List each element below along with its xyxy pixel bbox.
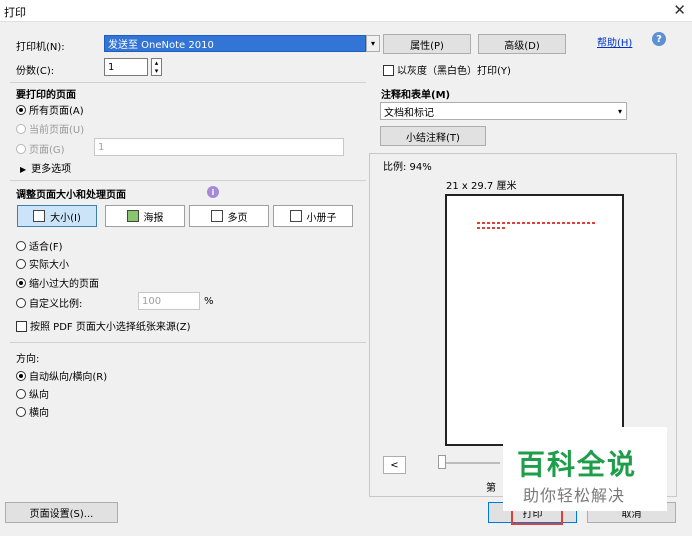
radio-current-page[interactable]: 当前页面(U) <box>16 121 84 136</box>
printer-dropdown-icon[interactable]: ▾ <box>366 35 380 52</box>
radio-auto-orientation[interactable]: 自动纵向/横向(R) <box>16 368 107 383</box>
custom-scale-value: 100 <box>142 295 162 307</box>
printer-select[interactable]: 发送至 OneNote 2010 <box>104 35 366 52</box>
comments-select-value: 文档和标记 <box>384 107 434 119</box>
orientation-heading: 方向: <box>16 354 40 365</box>
poster-button[interactable]: 海报 <box>105 205 185 227</box>
grayscale-checkbox[interactable] <box>383 65 394 76</box>
radio-icon[interactable] <box>16 124 26 134</box>
radio-icon[interactable] <box>16 259 26 269</box>
summarize-comments-button[interactable]: 小结注释(T) <box>380 126 486 146</box>
copies-value: 1 <box>108 61 115 73</box>
radio-icon[interactable] <box>16 298 26 308</box>
grayscale-label: 以灰度（黑白色）打印(Y) <box>397 66 511 77</box>
watermark: 百科全说 助你轻松解决 <box>503 427 667 511</box>
help-icon[interactable]: ? <box>652 32 666 46</box>
size-icon <box>33 210 46 222</box>
advanced-button[interactable]: 高级(D) <box>478 34 566 54</box>
watermark-title: 百科全说 <box>517 448 638 481</box>
printer-label: 打印机(N): <box>16 42 65 53</box>
booklet-button-label: 小册子 <box>306 212 337 224</box>
prev-page-button[interactable]: < <box>383 456 406 474</box>
radio-icon[interactable] <box>16 241 26 251</box>
radio-landscape[interactable]: 横向 <box>16 404 49 419</box>
size-button[interactable]: 大小(I) <box>17 205 97 227</box>
radio-all-pages[interactable]: 所有页面(A) <box>16 102 84 117</box>
pages-heading: 要打印的页面 <box>16 90 76 101</box>
poster-button-label: 海报 <box>143 212 164 224</box>
copies-label: 份数(C): <box>16 66 55 77</box>
pages-range-input[interactable]: 1 <box>94 138 344 156</box>
comments-select[interactable]: 文档和标记 ▾ <box>380 102 627 120</box>
radio-icon[interactable] <box>16 407 26 417</box>
expand-arrow-icon: ▶ <box>20 165 27 174</box>
radio-actual-size[interactable]: 实际大小 <box>16 256 69 271</box>
copies-input[interactable]: 1 <box>104 58 148 76</box>
page-setup-button[interactable]: 页面设置(S)... <box>5 502 118 523</box>
help-link[interactable]: 帮助(H) <box>597 34 632 49</box>
radio-icon[interactable] <box>16 144 26 154</box>
watermark-subtitle: 助你轻松解决 <box>523 486 626 505</box>
custom-scale-input[interactable]: 100 <box>138 292 200 310</box>
divider <box>10 82 366 83</box>
comments-heading: 注释和表单(M) <box>381 90 451 101</box>
radio-portrait-label: 纵向 <box>29 390 49 401</box>
radio-icon[interactable] <box>16 278 26 288</box>
radio-all-pages-label: 所有页面(A) <box>29 106 84 117</box>
radio-auto-orientation-label: 自动纵向/横向(R) <box>29 372 108 383</box>
divider <box>10 180 366 181</box>
radio-custom-scale[interactable]: 自定义比例: <box>16 295 82 310</box>
more-options-toggle[interactable]: ▶ 更多选项 <box>20 160 71 175</box>
radio-fit-label: 适合(F) <box>29 242 63 253</box>
divider <box>10 342 366 343</box>
radio-pages-label: 页面(G) <box>29 145 65 156</box>
page-slider-handle[interactable] <box>438 455 446 469</box>
size-button-label: 大小(I) <box>50 212 81 224</box>
paper-source-label: 按照 PDF 页面大小选择纸张来源(Z) <box>30 322 191 333</box>
properties-button[interactable]: 属性(P) <box>383 34 471 54</box>
title-bar: 打印 ✕ <box>0 0 692 22</box>
window-title: 打印 <box>4 6 26 19</box>
preview-page <box>445 194 624 446</box>
page-slider-track[interactable] <box>440 462 500 464</box>
percent-label: % <box>204 296 214 307</box>
preview-scale: 比例: 94% <box>383 162 432 173</box>
radio-actual-size-label: 实际大小 <box>29 260 69 271</box>
poster-icon <box>126 210 139 222</box>
radio-portrait[interactable]: 纵向 <box>16 386 49 401</box>
radio-custom-scale-label: 自定义比例: <box>29 299 83 310</box>
sizing-heading: 调整页面大小和处理页面 <box>16 190 126 201</box>
paper-source-option[interactable]: 按照 PDF 页面大小选择纸张来源(Z) <box>16 318 191 333</box>
radio-shrink-label: 缩小过大的页面 <box>29 279 99 290</box>
grayscale-option[interactable]: 以灰度（黑白色）打印(Y) <box>383 62 511 77</box>
multiple-button-label: 多页 <box>227 212 248 224</box>
more-options-label: 更多选项 <box>31 164 72 175</box>
radio-shrink[interactable]: 缩小过大的页面 <box>16 275 99 290</box>
booklet-icon <box>289 210 302 222</box>
multiple-icon <box>210 210 223 222</box>
radio-fit[interactable]: 适合(F) <box>16 238 63 253</box>
printer-select-value: 发送至 OneNote 2010 <box>108 40 214 51</box>
radio-icon[interactable] <box>16 105 26 115</box>
booklet-button[interactable]: 小册子 <box>273 205 353 227</box>
radio-landscape-label: 横向 <box>29 408 49 419</box>
copies-stepper[interactable]: ▴ ▾ <box>151 58 162 76</box>
multiple-button[interactable]: 多页 <box>189 205 269 227</box>
chevron-down-icon: ▾ <box>617 106 622 116</box>
radio-current-page-label: 当前页面(U) <box>29 125 85 136</box>
info-icon[interactable]: i <box>207 186 219 198</box>
paper-source-checkbox[interactable] <box>16 321 27 332</box>
paper-size-label: 21 x 29.7 厘米 <box>446 181 517 192</box>
preview-text-line <box>477 222 597 224</box>
preview-text-line <box>477 227 507 229</box>
radio-icon[interactable] <box>16 371 26 381</box>
page-indicator: 第 <box>486 483 496 494</box>
pages-range-value: 1 <box>98 141 105 153</box>
radio-icon[interactable] <box>16 389 26 399</box>
radio-pages[interactable]: 页面(G) <box>16 141 65 156</box>
close-icon[interactable]: ✕ <box>673 1 686 19</box>
